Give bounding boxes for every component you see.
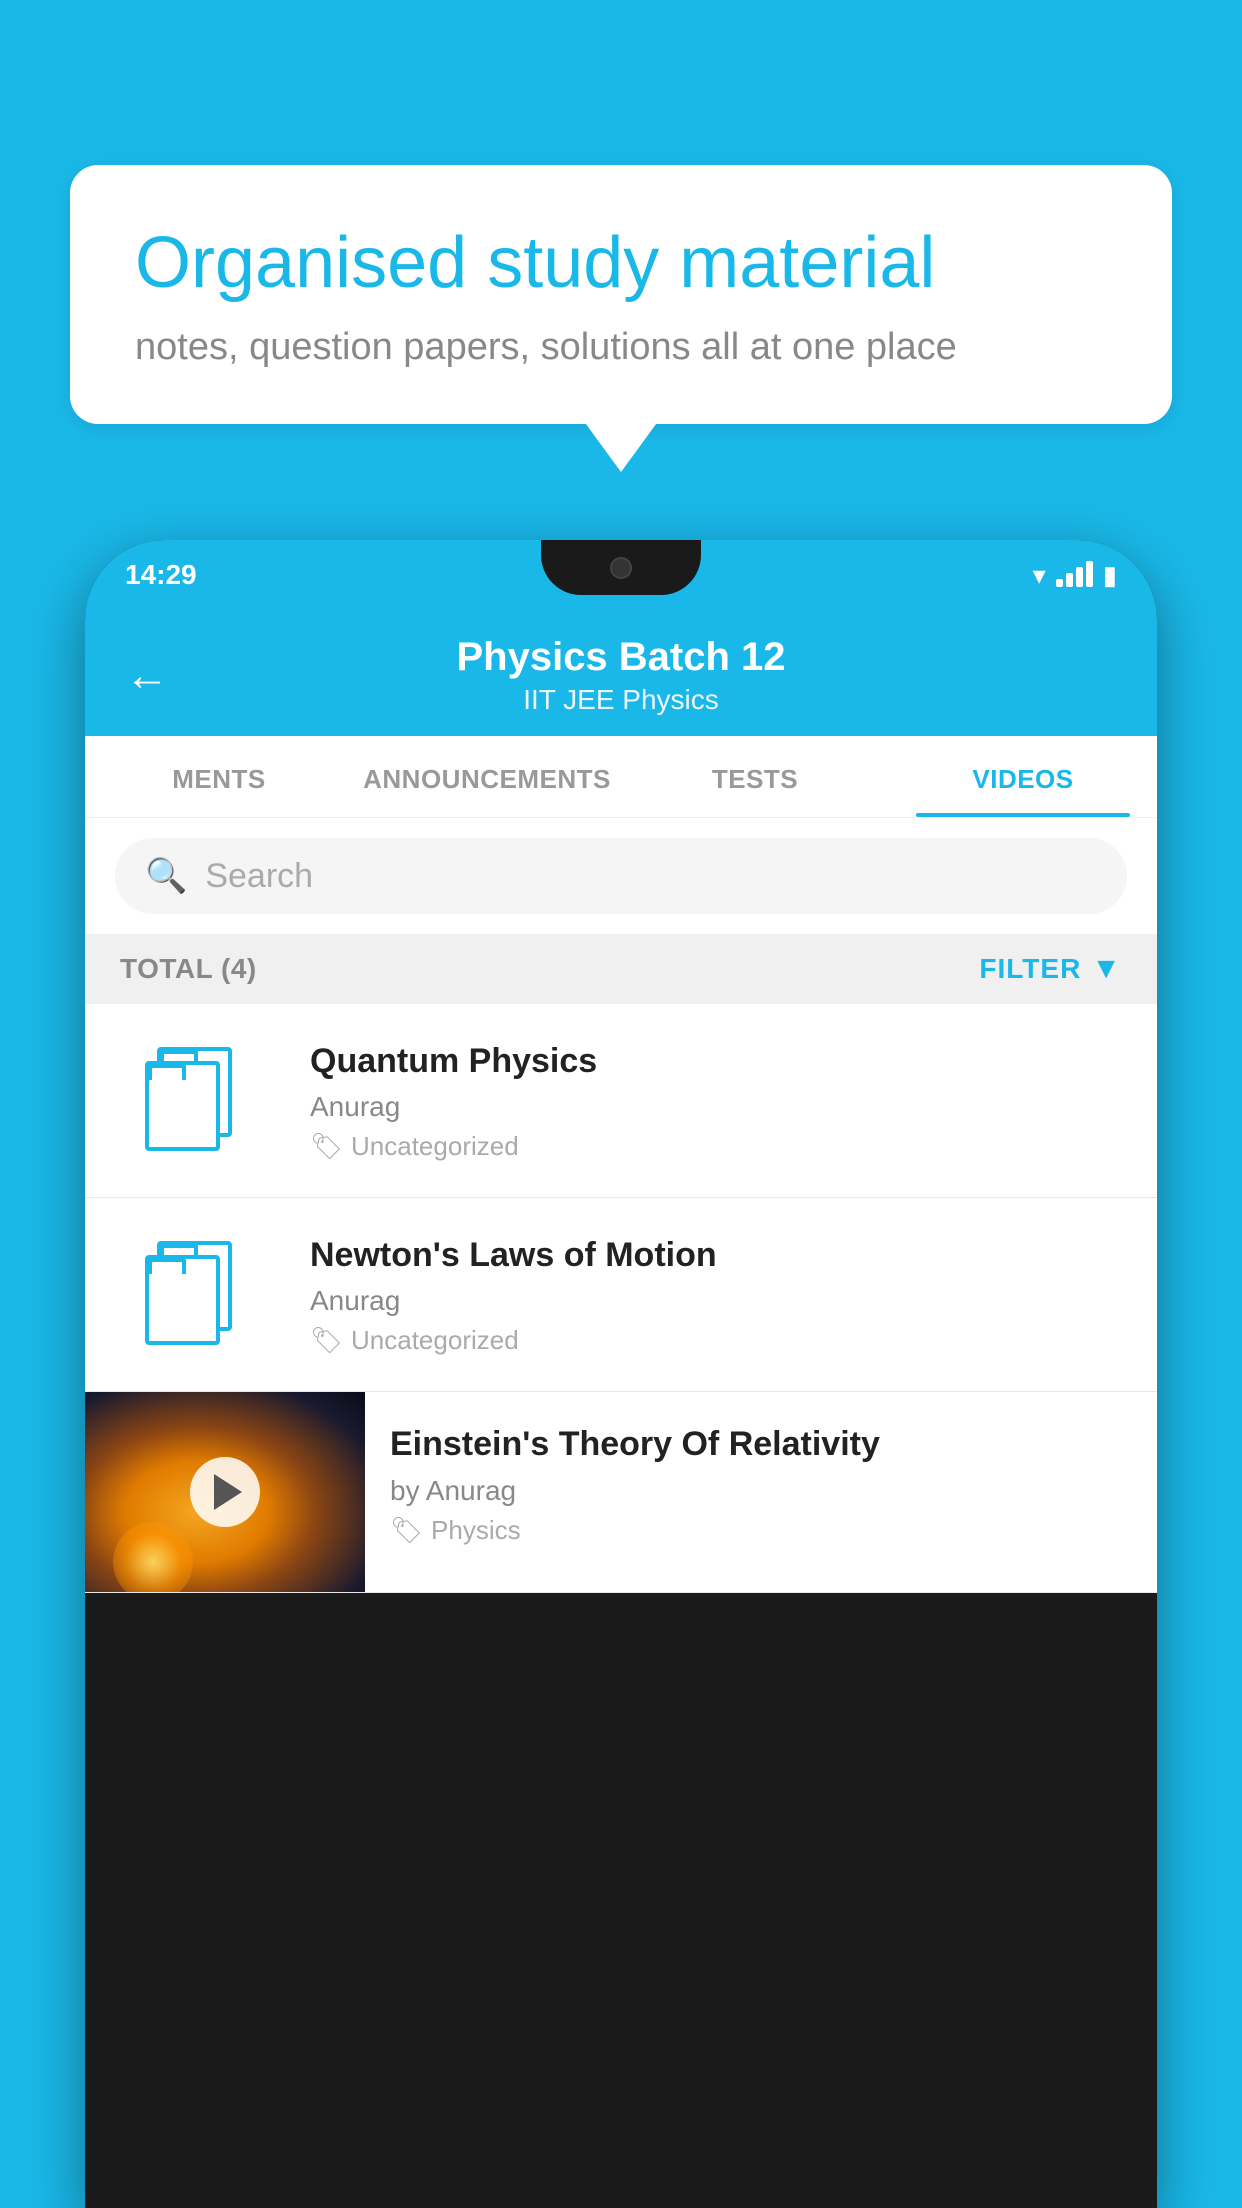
page-front-icon — [145, 1061, 220, 1151]
einstein-author: by Anurag — [390, 1475, 1132, 1507]
quantum-author: Anurag — [310, 1091, 1122, 1123]
tab-videos[interactable]: VIDEOS — [889, 736, 1157, 817]
newton-author: Anurag — [310, 1285, 1122, 1317]
newton-tag-text: Uncategorized — [351, 1325, 519, 1356]
status-time: 14:29 — [125, 559, 197, 591]
search-container: 🔍 Search — [85, 818, 1157, 934]
filter-button[interactable]: FILTER ▼ — [979, 952, 1122, 986]
newton-info: Newton's Laws of Motion Anurag 🏷 Uncateg… — [310, 1233, 1122, 1356]
speech-bubble-title: Organised study material — [135, 220, 1107, 306]
battery-icon: ▮ — [1103, 560, 1117, 591]
search-bar[interactable]: 🔍 Search — [115, 838, 1127, 914]
list-item[interactable]: Einstein's Theory Of Relativity by Anura… — [85, 1392, 1157, 1593]
quantum-tag: 🏷 Uncategorized — [310, 1131, 1122, 1162]
page-front-icon — [145, 1255, 220, 1345]
wifi-icon: ▾ — [1033, 560, 1046, 591]
quantum-tag-text: Uncategorized — [351, 1131, 519, 1162]
newton-tag: 🏷 Uncategorized — [310, 1325, 1122, 1356]
light-orb — [113, 1522, 193, 1592]
batch-title: Physics Batch 12 — [199, 635, 1043, 680]
tag-icon: 🏷 — [390, 1515, 423, 1546]
filter-icon: ▼ — [1091, 952, 1122, 986]
einstein-tag-text: Physics — [431, 1515, 521, 1546]
filter-bar: TOTAL (4) FILTER ▼ — [85, 934, 1157, 1004]
phone-frame: 14:29 ▾ ▮ ← Physics Batch 12 IIT JEE Phy… — [85, 540, 1157, 2208]
speech-bubble-subtitle: notes, question papers, solutions all at… — [135, 326, 1107, 369]
tab-bar: MENTS ANNOUNCEMENTS TESTS VIDEOS — [85, 736, 1157, 818]
einstein-tag: 🏷 Physics — [390, 1515, 1132, 1546]
einstein-title: Einstein's Theory Of Relativity — [390, 1422, 1132, 1466]
quantum-title: Quantum Physics — [310, 1039, 1122, 1083]
list-item[interactable]: Quantum Physics Anurag 🏷 Uncategorized — [85, 1004, 1157, 1198]
total-count: TOTAL (4) — [120, 953, 257, 985]
signal-icon — [1056, 563, 1093, 587]
app-header: ← Physics Batch 12 IIT JEE Physics — [85, 610, 1157, 736]
search-placeholder: Search — [205, 857, 313, 896]
header-title-area: Physics Batch 12 IIT JEE Physics — [199, 635, 1043, 716]
status-bar: 14:29 ▾ ▮ — [85, 540, 1157, 610]
tab-tests[interactable]: TESTS — [621, 736, 889, 817]
notch — [541, 540, 701, 595]
play-button[interactable] — [190, 1457, 260, 1527]
folder-icon-quantum — [120, 1039, 280, 1159]
list-item[interactable]: Newton's Laws of Motion Anurag 🏷 Uncateg… — [85, 1198, 1157, 1392]
back-button[interactable]: ← — [125, 651, 169, 701]
quantum-info: Quantum Physics Anurag 🏷 Uncategorized — [310, 1039, 1122, 1162]
tag-icon: 🏷 — [310, 1131, 343, 1162]
content-area: Quantum Physics Anurag 🏷 Uncategorized N… — [85, 1004, 1157, 1593]
einstein-info: Einstein's Theory Of Relativity by Anura… — [365, 1392, 1157, 1575]
status-icons: ▾ ▮ — [1033, 560, 1117, 591]
folder-icon-newton — [120, 1233, 280, 1353]
batch-subtitle: IIT JEE Physics — [199, 684, 1043, 716]
tag-icon: 🏷 — [310, 1325, 343, 1356]
play-icon — [214, 1474, 242, 1510]
speech-bubble-card: Organised study material notes, question… — [70, 165, 1172, 424]
tab-announcements[interactable]: ANNOUNCEMENTS — [353, 736, 621, 817]
search-icon: 🔍 — [145, 856, 187, 896]
einstein-thumbnail — [85, 1392, 365, 1592]
filter-label: FILTER — [979, 953, 1081, 985]
tab-ments[interactable]: MENTS — [85, 736, 353, 817]
camera — [610, 557, 632, 579]
newton-title: Newton's Laws of Motion — [310, 1233, 1122, 1277]
